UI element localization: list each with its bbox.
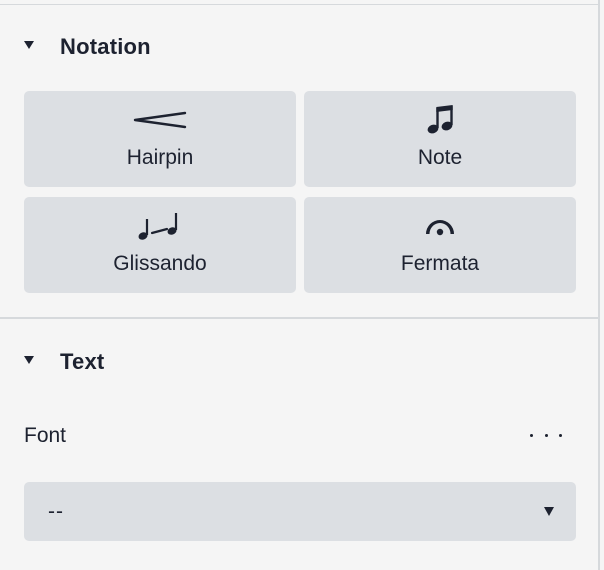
note-label: Note: [417, 146, 463, 169]
text-section-title: Text: [60, 349, 105, 374]
glissando-label: Glissando: [113, 252, 207, 275]
properties-panel: Notation Hairpin Note Glissando Fermata …: [0, 0, 600, 570]
hairpin-button[interactable]: Hairpin: [24, 91, 296, 187]
more-options-icon-dot: [544, 433, 548, 437]
fermata-button[interactable]: Fermata: [304, 197, 576, 293]
font-select[interactable]: --: [24, 482, 576, 541]
more-options-button[interactable]: [526, 420, 566, 450]
fermata-label: Fermata: [400, 252, 480, 275]
notation-section-title: Notation: [60, 34, 151, 59]
hairpin-icon: [132, 103, 188, 137]
note-button[interactable]: Note: [304, 91, 576, 187]
top-divider: [0, 4, 600, 5]
section-divider: [0, 317, 600, 319]
more-options-icon-dot: [559, 433, 562, 437]
glissando-button[interactable]: Glissando: [24, 197, 296, 293]
notation-section-header[interactable]: Notation: [24, 34, 151, 59]
font-label: Font: [24, 424, 67, 447]
collapse-triangle-icon[interactable]: [24, 41, 34, 49]
collapse-triangle-icon[interactable]: [24, 356, 34, 364]
caret-down-icon: [544, 507, 554, 516]
beamed-notes-icon: [425, 103, 455, 137]
font-select-value: --: [48, 499, 64, 523]
hairpin-label: Hairpin: [126, 146, 194, 169]
more-options-icon: [530, 433, 533, 437]
notation-tile-grid: Hairpin Note Glissando Fermata: [24, 91, 576, 293]
text-section-header[interactable]: Text: [24, 349, 105, 374]
glissando-icon: [137, 209, 183, 243]
fermata-icon: [422, 209, 458, 243]
